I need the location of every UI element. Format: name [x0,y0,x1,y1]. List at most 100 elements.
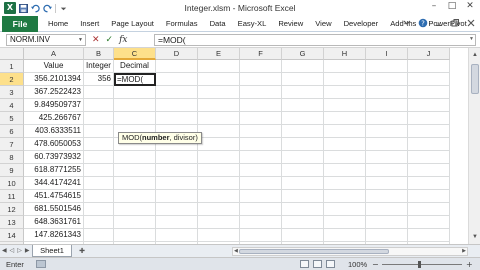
cell-a11[interactable]: 451.4754615 [24,190,84,203]
cell-b2[interactable]: 356 [84,73,114,86]
cell-e11[interactable] [198,190,240,203]
cell-f7[interactable] [240,138,282,151]
cell-j12[interactable] [408,203,450,216]
workbook-close-icon[interactable] [466,18,476,28]
cell-e10[interactable] [198,177,240,190]
workbook-restore-icon[interactable] [450,18,460,28]
cell-a2[interactable]: 356.2101394 [24,73,84,86]
cell-c11[interactable] [114,190,156,203]
cell-a12[interactable]: 681.5501546 [24,203,84,216]
select-all-corner[interactable] [0,48,24,60]
last-sheet-icon[interactable]: ▶ [25,246,30,256]
cell-a4[interactable]: 9.849509737 [24,99,84,112]
zoom-out-button[interactable]: − [372,259,379,270]
cell-a8[interactable]: 60.73973932 [24,151,84,164]
cell-f13[interactable] [240,216,282,229]
cell-f8[interactable] [240,151,282,164]
cell-f3[interactable] [240,86,282,99]
prev-sheet-icon[interactable]: ◁ [10,246,15,256]
cell-a10[interactable]: 344.4174241 [24,177,84,190]
cell-d12[interactable] [156,203,198,216]
cell-e6[interactable] [198,125,240,138]
column-header-g[interactable]: G [282,48,324,60]
row-header[interactable]: 7 [0,138,24,151]
minimize-button[interactable]: – [426,1,442,13]
cell-h11[interactable] [324,190,366,203]
cell-i3[interactable] [366,86,408,99]
cell-c9[interactable] [114,164,156,177]
zoom-in-button[interactable]: + [466,259,473,270]
cell-e12[interactable] [198,203,240,216]
tab-review[interactable]: Review [272,16,309,32]
cell-j11[interactable] [408,190,450,203]
column-header-c[interactable]: C [114,48,156,60]
cell-b7[interactable] [84,138,114,151]
cell-f11[interactable] [240,190,282,203]
page-break-view-icon[interactable] [326,260,335,268]
cell-e14[interactable] [198,229,240,242]
cell-b9[interactable] [84,164,114,177]
cell-f1[interactable] [240,60,282,73]
row-header[interactable]: 8 [0,151,24,164]
cell-j13[interactable] [408,216,450,229]
cell-j6[interactable] [408,125,450,138]
cell-e13[interactable] [198,216,240,229]
cell-g12[interactable] [282,203,324,216]
cell-a7[interactable]: 478.6050053 [24,138,84,151]
column-header-h[interactable]: H [324,48,366,60]
page-layout-view-icon[interactable] [313,260,322,268]
cell-a14[interactable]: 147.8261343 [24,229,84,242]
cell-g6[interactable] [282,125,324,138]
tab-formulas[interactable]: Formulas [160,16,204,32]
row-header[interactable]: 5 [0,112,24,125]
cell-i11[interactable] [366,190,408,203]
cell-f10[interactable] [240,177,282,190]
cell-b11[interactable] [84,190,114,203]
column-header-d[interactable]: D [156,48,198,60]
cell-g13[interactable] [282,216,324,229]
scroll-up-icon[interactable]: ▲ [470,50,480,60]
cell-g3[interactable] [282,86,324,99]
cell-g2[interactable] [282,73,324,86]
cell-g11[interactable] [282,190,324,203]
first-sheet-icon[interactable]: ◀ [2,246,7,256]
tab-page-layout[interactable]: Page Layout [105,16,160,32]
workbook-minimize-icon[interactable] [434,18,444,28]
cell-i10[interactable] [366,177,408,190]
cell-i6[interactable] [366,125,408,138]
row-header[interactable]: 1 [0,60,24,73]
cell-i4[interactable] [366,99,408,112]
normal-view-icon[interactable] [300,260,309,268]
expand-formula-bar-icon[interactable]: ▼ [469,36,474,42]
worksheet-grid[interactable]: ABCDEFGHIJ 1 Value Integer Decimal 2 356.2101… [0,48,480,248]
macro-record-icon[interactable] [36,260,46,268]
cell-g7[interactable] [282,138,324,151]
cell-h2[interactable] [324,73,366,86]
cell-a9[interactable]: 618.8771255 [24,164,84,177]
cell-b5[interactable] [84,112,114,125]
cell-h13[interactable] [324,216,366,229]
cell-c14[interactable] [114,229,156,242]
cell-j3[interactable] [408,86,450,99]
cell-j14[interactable] [408,229,450,242]
cell-i9[interactable] [366,164,408,177]
cell-i13[interactable] [366,216,408,229]
cell-a5[interactable]: 425.266767 [24,112,84,125]
tab-data[interactable]: Data [204,16,232,32]
row-header[interactable]: 11 [0,190,24,203]
tab-easy-xl[interactable]: Easy-XL [232,16,273,32]
maximize-button[interactable]: □ [444,1,460,13]
insert-function-icon[interactable]: fx [119,35,127,45]
cell-h7[interactable] [324,138,366,151]
cell-d13[interactable] [156,216,198,229]
row-header[interactable]: 12 [0,203,24,216]
cell-e1[interactable] [198,60,240,73]
cell-f2[interactable] [240,73,282,86]
cell-d10[interactable] [156,177,198,190]
cancel-formula-icon[interactable]: ✕ [92,35,100,45]
cell-d3[interactable] [156,86,198,99]
row-header[interactable]: 2 [0,73,24,86]
cell-b10[interactable] [84,177,114,190]
cell-h6[interactable] [324,125,366,138]
insert-sheet-icon[interactable]: ✚ [76,246,88,256]
